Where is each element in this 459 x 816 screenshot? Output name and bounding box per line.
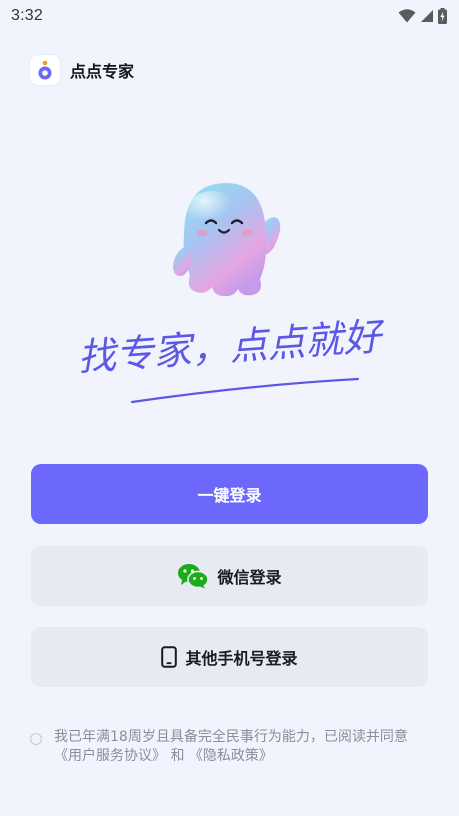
agreement-text: 我已年满18周岁且具备完全民事行为能力，已阅读并同意《用户服务协议》 和 《隐私… <box>54 728 430 766</box>
battery-charging-icon <box>438 8 447 24</box>
cellular-signal-icon <box>421 10 433 22</box>
wechat-login-button[interactable]: 微信登录 <box>31 546 428 606</box>
other-phone-login-label: 其他手机号登录 <box>185 649 298 668</box>
privacy-policy-link[interactable]: 《隐私政策》 <box>189 748 273 764</box>
status-time: 3:32 <box>11 7 43 24</box>
ghost-mascot-illustration <box>160 175 300 310</box>
agreement-prefix: 我已年满18周岁且具备完全民事行为能力，已阅读并同意 <box>54 729 408 745</box>
app-logo-icon <box>30 55 60 85</box>
app-name: 点点专家 <box>70 62 135 81</box>
app-header: 点点专家 <box>30 55 134 85</box>
user-agreement-link[interactable]: 《用户服务协议》 <box>54 748 166 764</box>
slogan-underline <box>130 377 360 404</box>
status-bar: 3:32 <box>0 0 459 32</box>
status-icons <box>398 8 447 24</box>
slogan: 找专家，点点就好 <box>70 305 390 410</box>
one-click-login-button[interactable]: 一键登录 <box>31 464 428 524</box>
mobile-phone-icon <box>161 646 178 668</box>
agreement-joiner: 和 <box>166 748 189 764</box>
wechat-login-label: 微信登录 <box>217 568 282 587</box>
slogan-text: 找专家，点点就好 <box>76 314 387 379</box>
agreement-checkbox[interactable] <box>30 733 42 745</box>
one-click-login-label: 一键登录 <box>197 486 262 505</box>
wechat-icon <box>178 564 210 589</box>
agreement: 我已年满18周岁且具备完全民事行为能力，已阅读并同意《用户服务协议》 和 《隐私… <box>30 728 430 766</box>
other-phone-login-button[interactable]: 其他手机号登录 <box>31 627 428 687</box>
wifi-icon <box>398 9 416 23</box>
